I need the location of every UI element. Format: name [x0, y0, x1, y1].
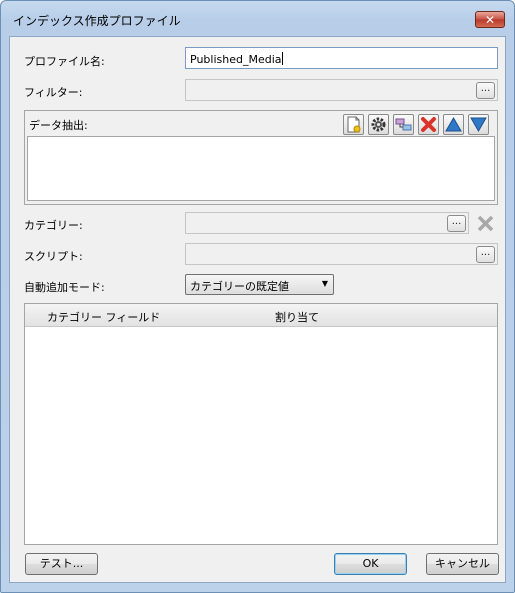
data-extraction-group: データ抽出: — [24, 110, 498, 205]
grid-header: カテゴリー フィールド 割り当て — [25, 304, 497, 327]
auto-add-mode-selected: カテゴリーの既定値 — [190, 280, 289, 293]
filter-browse-button[interactable]: ... — [476, 82, 495, 99]
script-label: スクリプト: — [24, 250, 83, 263]
column-header-category-field[interactable]: カテゴリー フィールド — [47, 309, 160, 325]
arrow-up-icon[interactable] — [443, 114, 464, 135]
cancel-button[interactable]: キャンセル — [426, 553, 499, 575]
profile-name-input[interactable]: Published_Media — [185, 47, 498, 69]
title-bar[interactable]: インデックス作成プロファイル ✕ — [1, 1, 514, 35]
dialog-title: インデックス作成プロファイル — [13, 14, 181, 28]
gear-icon[interactable] — [368, 114, 389, 135]
filter-input[interactable] — [185, 79, 498, 101]
category-field-grid[interactable]: カテゴリー フィールド 割り当て — [24, 303, 498, 545]
arrow-down-icon[interactable] — [468, 114, 489, 135]
data-extraction-list[interactable] — [27, 136, 495, 201]
auto-add-mode-label: 自動追加モード: — [24, 281, 105, 294]
chevron-down-icon: ▼ — [321, 279, 328, 288]
category-label: カテゴリー: — [24, 219, 83, 232]
clear-category-icon[interactable] — [476, 214, 495, 233]
column-header-assignment[interactable]: 割り当て — [275, 309, 319, 325]
filter-label: フィルター: — [24, 86, 83, 99]
dialog-body: プロファイル名: Published_Media フィルター: ... データ抽… — [9, 36, 506, 583]
data-extraction-label: データ抽出: — [29, 119, 88, 132]
profile-name-label: プロファイル名: — [24, 55, 105, 68]
close-button[interactable]: ✕ — [475, 11, 505, 28]
dialog-window: インデックス作成プロファイル ✕ プロファイル名: Published_Medi… — [0, 0, 515, 593]
profile-name-value: Published_Media — [190, 53, 282, 66]
link-icon[interactable] — [393, 114, 414, 135]
new-document-icon[interactable] — [343, 114, 364, 135]
auto-add-mode-select[interactable]: カテゴリーの既定値 ▼ — [185, 274, 334, 295]
script-browse-button[interactable]: ... — [476, 246, 495, 263]
delete-icon[interactable] — [418, 114, 439, 135]
ok-button[interactable]: OK — [334, 553, 407, 575]
category-browse-button[interactable]: ... — [447, 215, 466, 232]
test-button[interactable]: テスト... — [25, 553, 98, 575]
category-input[interactable] — [185, 212, 469, 234]
text-caret — [281, 52, 283, 65]
script-input[interactable] — [185, 243, 498, 265]
